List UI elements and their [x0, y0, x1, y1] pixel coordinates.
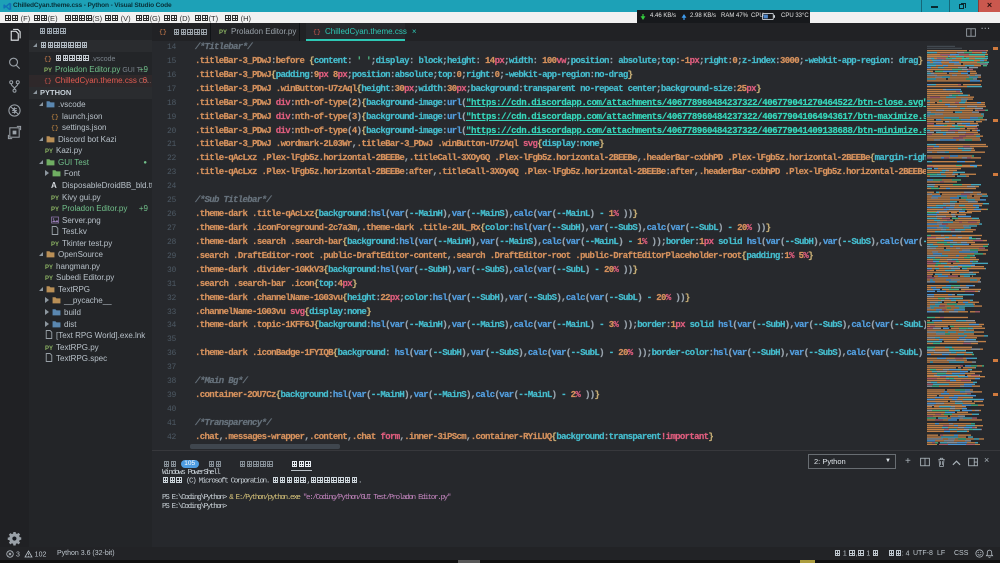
- svg-text:{}: {}: [313, 29, 321, 36]
- svg-text:{}: {}: [51, 125, 59, 132]
- svg-text:{}: {}: [44, 78, 52, 85]
- svg-text:{}: {}: [51, 113, 59, 120]
- svg-text:{}: {}: [44, 55, 52, 62]
- svg-text:{}: {}: [159, 29, 167, 36]
